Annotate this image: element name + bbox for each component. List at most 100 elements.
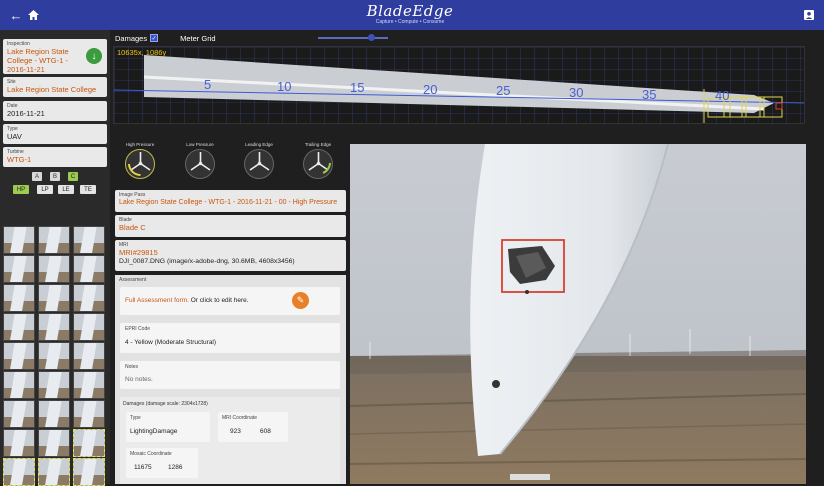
gauge-label: High Pressure: [125, 142, 155, 147]
turbine-rotor-icon: [185, 149, 215, 179]
mri-coordinate-x: 923: [230, 428, 241, 435]
blade-mosaic[interactable]: 10635x, 1086y 5 10 15 20 25 30 35 40: [113, 46, 805, 124]
mri-coordinate-field[interactable]: MRI Coordinate 923 608: [218, 412, 288, 442]
gauge-label: Low Pressure: [186, 142, 214, 147]
image-thumbnail[interactable]: [3, 400, 35, 428]
mri-id: MRI#29815: [119, 248, 158, 257]
image-pass-value: Lake Region State College - WTG-1 - 2016…: [119, 199, 338, 206]
side-chip-hp[interactable]: HP: [13, 185, 29, 194]
image-thumbnail[interactable]: [73, 255, 105, 283]
damages-section: Damages (damage scale: 2304x1728) Type L…: [120, 397, 340, 484]
download-icon[interactable]: ↓: [86, 48, 102, 64]
slider-knob[interactable]: [368, 34, 375, 41]
image-thumbnail[interactable]: [3, 313, 35, 341]
turbine-card: Turbine WTG-1: [3, 147, 107, 167]
image-thumbnail[interactable]: [38, 400, 70, 428]
meter-grid-slider[interactable]: [318, 34, 388, 41]
home-icon[interactable]: [24, 6, 42, 24]
image-thumbnail[interactable]: [38, 371, 70, 399]
mosaic-toolbar: Damages ✓ Meter Grid: [110, 30, 824, 46]
mosaic-coordinate-field[interactable]: Mosaic Coordinate 11675 1286: [126, 448, 198, 478]
image-thumbnail[interactable]: [3, 255, 35, 283]
mosaic-coordinate-x: 11675: [134, 464, 152, 471]
meter-scale-label: 40: [715, 88, 730, 104]
blade-panel[interactable]: Blade Blade C: [115, 215, 346, 237]
inspection-card[interactable]: Inspection Lake Region State College - W…: [3, 39, 107, 74]
damages-checkbox[interactable]: ✓: [150, 34, 159, 42]
side-chip-lp[interactable]: LP: [37, 185, 53, 194]
meter-scale-label: 15: [350, 80, 365, 96]
mri-coordinate-y: 608: [260, 428, 271, 435]
gauge-trailing-edge[interactable]: Trailing Edge: [293, 142, 343, 179]
image-thumbnail[interactable]: [3, 429, 35, 457]
image-thumbnail[interactable]: [38, 284, 70, 312]
image-thumbnail[interactable]: [3, 458, 35, 486]
mri-panel[interactable]: MRI MRI#29815 DJI_0087.DNG (image/x-adob…: [115, 240, 346, 271]
image-thumbnail[interactable]: [38, 255, 70, 283]
image-thumbnail[interactable]: [73, 313, 105, 341]
image-thumbnail[interactable]: [73, 342, 105, 370]
type-card: Type UAV: [3, 124, 107, 144]
image-thumbnail[interactable]: [38, 226, 70, 254]
date-value: 2016-11-21: [7, 109, 45, 118]
image-thumbnail[interactable]: [73, 226, 105, 254]
image-thumbnail[interactable]: [73, 371, 105, 399]
meter-scale-label: 25: [496, 83, 511, 99]
blade-inspection-photo[interactable]: [350, 144, 806, 484]
damage-type-value: LightingDamage: [130, 428, 178, 435]
mri-file-info: DJI_0087.DNG (image/x-adobe-dng, 30.6MB,…: [119, 258, 295, 265]
image-thumbnail[interactable]: [38, 458, 70, 486]
turbine-rotor-icon: [303, 149, 333, 179]
image-thumbnail[interactable]: [3, 371, 35, 399]
blade-chip-a[interactable]: A: [32, 172, 42, 181]
image-thumbnail-grid: [3, 226, 109, 486]
image-thumbnail[interactable]: [38, 429, 70, 457]
full-assessment-link[interactable]: Full Assessment form.: [125, 297, 189, 304]
assessment-panel: Assessment Full Assessment form. Or clic…: [115, 275, 346, 484]
mosaic-coordinate-readout: 10635x, 1086y: [117, 48, 167, 57]
damage-type-field[interactable]: Type LightingDamage: [126, 412, 210, 442]
image-thumbnail[interactable]: [3, 284, 35, 312]
gauge-label: Trailing Edge: [304, 142, 332, 147]
image-thumbnail[interactable]: [73, 400, 105, 428]
meter-scale-label: 20: [423, 81, 438, 97]
side-chip-te[interactable]: TE: [80, 185, 96, 194]
image-thumbnail[interactable]: [73, 429, 105, 457]
assessment-form-row[interactable]: Full Assessment form. Or click to edit h…: [120, 287, 340, 315]
gauge-high-pressure[interactable]: High Pressure: [115, 142, 165, 179]
gauge-low-pressure[interactable]: Low Pressure: [175, 142, 225, 179]
blade-value: Blade C: [119, 223, 146, 232]
blade-chip-c[interactable]: C: [68, 172, 78, 181]
image-thumbnail[interactable]: [3, 342, 35, 370]
image-thumbnail[interactable]: [38, 313, 70, 341]
account-icon[interactable]: [800, 6, 818, 24]
bladeedge-logo: BladeEdge Capture • Compute • Consume: [360, 2, 460, 25]
mosaic-coordinate-label: Mosaic Coordinate: [130, 451, 172, 457]
image-pass-panel[interactable]: Image Pass Lake Region State College - W…: [115, 190, 346, 212]
meter-scale-label: 30: [569, 85, 584, 100]
epri-label: EPRI Code: [125, 326, 151, 332]
side-chip-le[interactable]: LE: [58, 185, 74, 194]
edit-pencil-icon[interactable]: ✎: [292, 292, 309, 309]
image-thumbnail[interactable]: [73, 458, 105, 486]
assessment-form-text[interactable]: Full Assessment form. Or click to edit h…: [125, 297, 249, 304]
turbine-rotor-icon: [125, 149, 155, 179]
mri-coordinate-label: MRI Coordinate: [222, 415, 258, 421]
turbine-rotor-icon: [244, 149, 274, 179]
meter-scale-label: 5: [204, 77, 212, 92]
epri-value: 4 - Yellow (Moderate Structural): [125, 339, 217, 346]
notes-field[interactable]: Notes No notes.: [120, 361, 340, 389]
inspection-sidebar: Inspection Lake Region State College - W…: [0, 30, 110, 486]
blade-chip-b[interactable]: B: [50, 172, 60, 181]
assessment-label: Assessment: [119, 277, 147, 283]
gauge-leading-edge[interactable]: Leading Edge: [234, 142, 284, 179]
assessment-edit-hint: Or click to edit here.: [188, 297, 249, 304]
damage-type-label: Type: [130, 415, 141, 421]
image-thumbnail[interactable]: [3, 226, 35, 254]
image-thumbnail[interactable]: [38, 342, 70, 370]
back-arrow-icon[interactable]: ←: [7, 6, 25, 24]
image-thumbnail[interactable]: [73, 284, 105, 312]
mosaic-coordinate-y: 1286: [168, 464, 183, 471]
epri-code-field[interactable]: EPRI Code 4 - Yellow (Moderate Structura…: [120, 323, 340, 353]
notes-value: No notes.: [125, 376, 153, 383]
